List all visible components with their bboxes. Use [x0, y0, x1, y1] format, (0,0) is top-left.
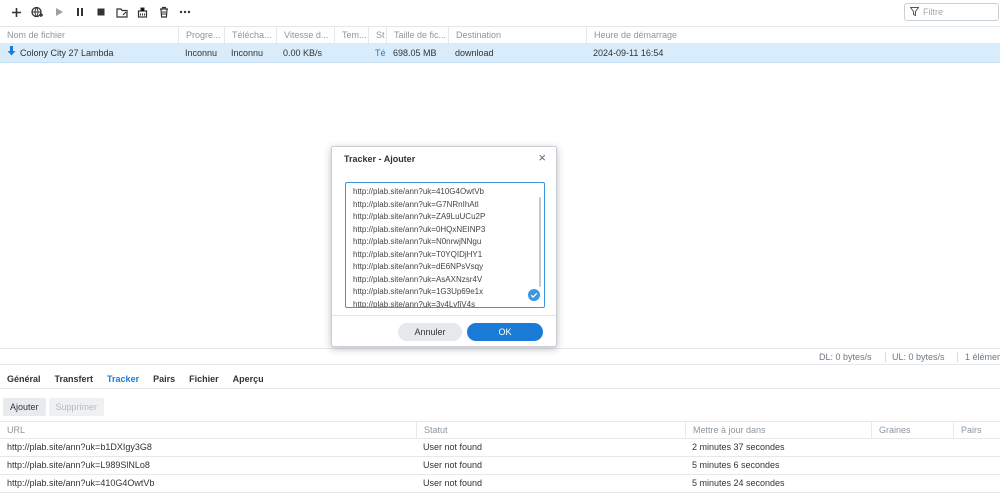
column-header-uploaded[interactable]: Téléchа...	[224, 27, 276, 44]
download-list-header: Nom de fichier Progre... Téléchа... Vite…	[0, 26, 1000, 44]
status-separator	[957, 352, 958, 362]
download-progress: Inconnu	[185, 48, 218, 58]
download-start-time: 2024-09-11 16:54	[593, 48, 664, 58]
download-status: Té	[375, 48, 386, 58]
dialog-divider	[332, 315, 556, 316]
tab-transfer[interactable]: Transfert	[55, 369, 94, 389]
tracker-actions: Ajouter Supprimer	[3, 398, 107, 416]
tracker-update-in: 2 minutes 37 secondes	[692, 442, 785, 452]
add-tracker-button[interactable]: Ajouter	[3, 398, 46, 416]
column-header-update-in[interactable]: Mettre à jour dans	[685, 422, 871, 439]
tracker-row[interactable]: http://plab.site/ann?uk=b1DXIgy3G8 User …	[0, 439, 1000, 457]
download-size: 698.05 MB	[393, 48, 437, 58]
column-header-destination[interactable]: Destination	[448, 27, 586, 44]
add-tracker-dialog: Tracker - Ajouter × http://plab.site/ann…	[331, 146, 557, 347]
tracker-status: User not found	[423, 442, 483, 452]
download-speed: 0.00 KB/s	[283, 48, 323, 58]
tracker-url-line: http://plab.site/ann?uk=ZA9LuUCu2P	[353, 212, 486, 221]
tracker-url-line: http://plab.site/ann?uk=410G4OwtVb	[353, 187, 484, 196]
tracker-list-header: URL Statut Mettre à jour dans Graines Pa…	[0, 421, 1000, 439]
tracker-row[interactable]: http://plab.site/ann?uk=410G4OwtVb User …	[0, 475, 1000, 493]
folder-edit-icon[interactable]	[111, 2, 132, 22]
column-header-status[interactable]: St	[368, 27, 386, 44]
stop-icon[interactable]	[90, 2, 111, 22]
item-count: 1 élémen	[965, 352, 1000, 362]
column-header-size[interactable]: Taille de fic...	[386, 27, 448, 44]
column-header-seeds[interactable]: Graines	[871, 422, 953, 439]
toolbar	[0, 0, 1000, 24]
detail-tabs: Général Transfert Tracker Pairs Fichier …	[0, 369, 1000, 389]
trash-icon[interactable]	[153, 2, 174, 22]
upload-rate: UL: 0 bytes/s	[892, 352, 945, 362]
column-header-speed[interactable]: Vitesse d...	[276, 27, 334, 44]
tab-file[interactable]: Fichier	[189, 369, 219, 389]
tracker-update-in: 5 minutes 6 secondes	[692, 460, 780, 470]
download-rate: DL: 0 bytes/s	[819, 352, 872, 362]
download-time	[334, 44, 368, 63]
play-icon[interactable]	[48, 2, 69, 22]
tracker-url-line: http://plab.site/ann?uk=1G3Up69e1x	[353, 287, 484, 296]
column-header-peers[interactable]: Pairs	[953, 422, 1000, 439]
download-arrow-icon	[7, 44, 16, 63]
status-bar: DL: 0 bytes/s UL: 0 bytes/s 1 élémen	[0, 348, 1000, 365]
add-url-icon[interactable]	[27, 2, 48, 22]
textarea-scrollbar[interactable]	[539, 197, 541, 287]
tracker-update-in: 5 minutes 24 secondes	[692, 478, 785, 488]
status-separator	[885, 352, 886, 362]
filter-box[interactable]	[904, 3, 999, 21]
dialog-title: Tracker - Ajouter	[344, 154, 416, 164]
download-uploaded: Inconnu	[231, 48, 264, 58]
download-name: Colony City 27 Lambda	[20, 48, 114, 58]
download-row[interactable]: Colony City 27 Lambda Inconnu Inconnu 0.…	[0, 44, 1000, 63]
filter-input[interactable]	[923, 7, 993, 17]
column-header-filename[interactable]: Nom de fichier	[0, 27, 178, 44]
column-header-time[interactable]: Tem...	[334, 27, 368, 44]
tracker-url-line: http://plab.site/ann?uk=N0nrwjNNgu	[353, 237, 482, 246]
delete-tracker-button[interactable]: Supprimer	[48, 398, 105, 416]
download-name-cell: Colony City 27 Lambda	[0, 44, 178, 63]
column-header-tracker-status[interactable]: Statut	[416, 422, 685, 439]
cancel-button[interactable]: Annuler	[398, 323, 462, 341]
column-header-start-time[interactable]: Heure de démarrage	[586, 27, 1000, 44]
tracker-status: User not found	[423, 460, 483, 470]
tab-general[interactable]: Général	[7, 369, 41, 389]
tracker-urls-textarea[interactable]: http://plab.site/ann?uk=410G4OwtVb http:…	[345, 182, 545, 308]
tracker-status: User not found	[423, 478, 483, 488]
pause-icon[interactable]	[69, 2, 90, 22]
filter-icon	[909, 6, 920, 18]
download-destination: download	[455, 48, 494, 58]
check-circle-icon	[528, 289, 540, 303]
tracker-url-line: http://plab.site/ann?uk=dE6NPsVsqy	[353, 262, 484, 271]
tracker-url-line: http://plab.site/ann?uk=AsAXNzsr4V	[353, 274, 483, 284]
tracker-row[interactable]: http://plab.site/ann?uk=L989SlNLo8 User …	[0, 457, 1000, 475]
ok-button[interactable]: OK	[467, 323, 543, 341]
tracker-url: http://plab.site/ann?uk=410G4OwtVb	[7, 478, 155, 488]
close-icon[interactable]: ×	[538, 151, 546, 165]
tracker-url-line: http://plab.site/ann?uk=0HQxNEINP3	[353, 224, 486, 234]
tab-preview[interactable]: Aperçu	[233, 369, 264, 389]
more-icon[interactable]	[174, 2, 195, 22]
tracker-url: http://plab.site/ann?uk=L989SlNLo8	[7, 460, 150, 470]
tracker-url-line: http://plab.site/ann?uk=G7NRnIhAtl	[353, 199, 479, 209]
tracker-url-line: http://plab.site/ann?uk=3y4LvfjV4s	[353, 299, 476, 308]
tracker-url: http://plab.site/ann?uk=b1DXIgy3G8	[7, 442, 152, 452]
column-header-progress[interactable]: Progre...	[178, 27, 224, 44]
clean-icon[interactable]	[132, 2, 153, 22]
column-header-url[interactable]: URL	[0, 422, 416, 439]
tab-peers[interactable]: Pairs	[153, 369, 175, 389]
tracker-url-line: http://plab.site/ann?uk=T0YQIDjHY1	[353, 249, 483, 259]
tab-tracker[interactable]: Tracker	[107, 369, 139, 389]
plus-icon[interactable]	[6, 2, 27, 22]
